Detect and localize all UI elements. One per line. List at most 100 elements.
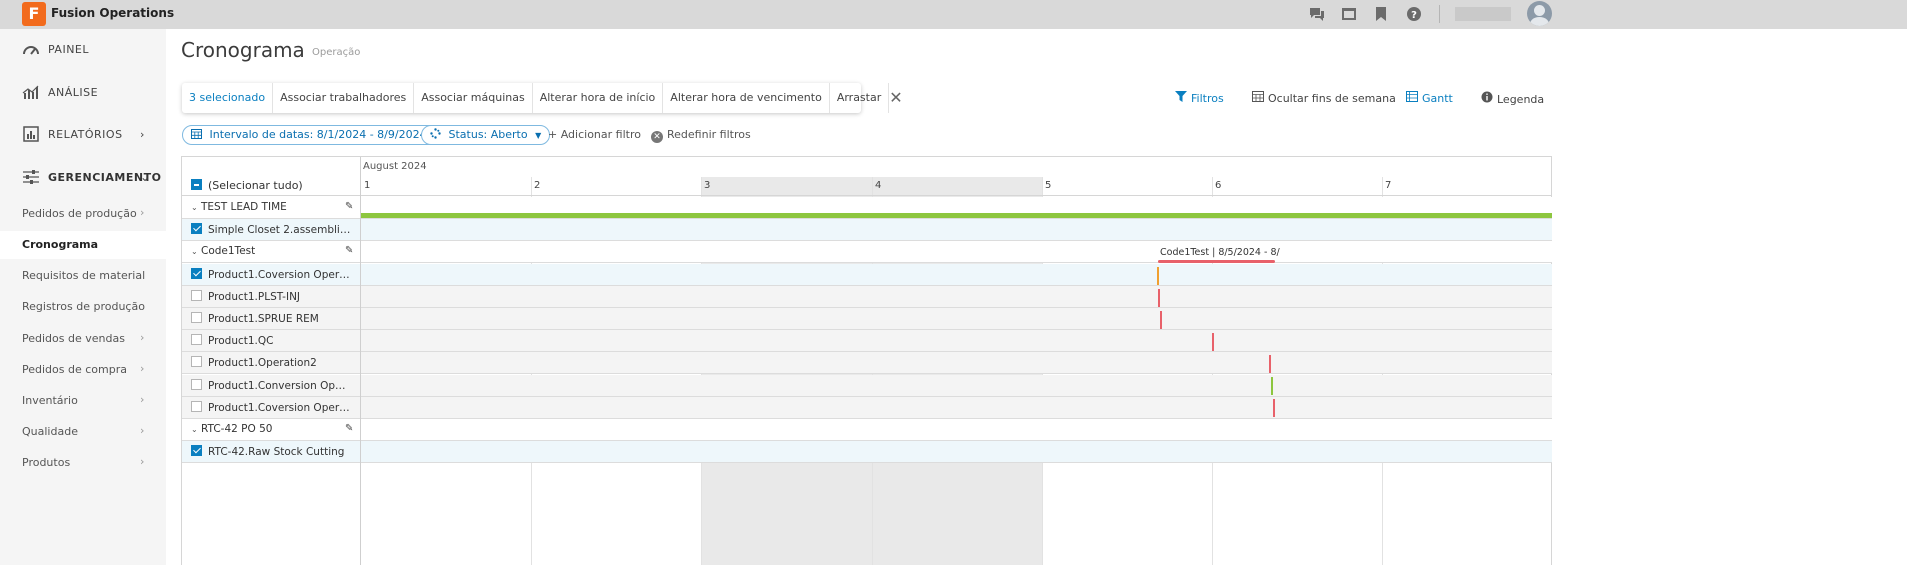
hide-weekends-label: Ocultar fins de semana	[1268, 92, 1396, 105]
gantt-bar-test-lead-time[interactable]	[361, 213, 1552, 218]
nav-painel[interactable]: PAINEL	[0, 34, 166, 64]
row-checkbox[interactable]	[191, 268, 202, 279]
row-label: Simple Closet 2.assembling	[208, 224, 351, 236]
bookmark-icon[interactable]	[1373, 6, 1389, 22]
help-icon[interactable]: ?	[1406, 6, 1422, 22]
assign-workers-button[interactable]: Associar trabalhadores	[273, 83, 415, 113]
chevron-down-icon[interactable]: ⌄	[191, 203, 201, 212]
nav-relatorios-label: RELATÓRIOS	[48, 127, 123, 141]
chat-icon[interactable]	[1309, 6, 1325, 22]
gantt-task-row[interactable]: Product1.Operation2	[182, 352, 1552, 374]
page-subtitle: Operação	[312, 47, 361, 58]
task-label: Code1Test | 8/5/2024 - 8/	[1160, 247, 1280, 258]
filters-button[interactable]: Filtros	[1175, 91, 1224, 105]
row-label: Product1.Conversion Operation	[208, 380, 351, 392]
user-name-redacted[interactable]	[1455, 7, 1511, 21]
row-label: Product1.SPRUE REM	[208, 313, 319, 325]
nav-gerenciamento[interactable]: GERENCIAMENTO ⌄	[0, 162, 166, 192]
subnav-pedidos-producao[interactable]: Pedidos de produção ›	[0, 200, 166, 228]
gantt-bar-marker[interactable]	[1157, 267, 1159, 285]
gantt-task-row[interactable]: Product1.PLST-INJ	[182, 286, 1552, 308]
date-range-filter-chip[interactable]: Intervalo de datas: 8/1/2024 - 8/9/2024 …	[182, 125, 450, 145]
row-checkbox[interactable]	[191, 379, 202, 390]
row-checkbox[interactable]	[191, 334, 202, 345]
clear-icon: ✕	[651, 131, 663, 143]
row-label: RTC-42 PO 50	[201, 423, 273, 435]
row-label: Product1.PLST-INJ	[208, 291, 301, 303]
subnav-label: Cronograma	[22, 238, 99, 251]
subnav-pedidos-compra[interactable]: Pedidos de compra ›	[0, 356, 166, 384]
subnav-label: Pedidos de compra	[22, 363, 127, 376]
gantt-bar-marker[interactable]	[1158, 289, 1160, 307]
window-icon[interactable]	[1341, 6, 1357, 22]
status-filter-label: Status: Aberto	[448, 128, 528, 141]
add-filter-button[interactable]: + Adicionar filtro	[548, 128, 641, 141]
select-all-checkbox[interactable]: (Selecionar tudo)	[191, 179, 303, 192]
change-due-time-button[interactable]: Alterar hora de vencimento	[663, 83, 830, 113]
gantt-bar-marker[interactable]	[1273, 399, 1275, 417]
gantt-bar-code1test[interactable]	[1158, 260, 1275, 263]
row-label: RTC-42.Raw Stock Cutting	[208, 446, 345, 458]
subnav-requisitos-material[interactable]: Requisitos de material	[0, 262, 166, 290]
gantt-label: Gantt	[1422, 92, 1453, 105]
subnav-inventario[interactable]: Inventário ›	[0, 387, 166, 415]
day-label: 5	[1045, 180, 1052, 191]
chevron-right-icon: ›	[140, 362, 145, 375]
gantt-view-button[interactable]: Gantt	[1406, 91, 1453, 105]
subnav-label: Pedidos de vendas	[22, 332, 125, 345]
gantt-task-row[interactable]: Product1.SPRUE REM	[182, 308, 1552, 330]
row-label: Code1Test	[201, 245, 256, 257]
gantt-bar-marker[interactable]	[1269, 355, 1271, 373]
assign-machines-button[interactable]: Associar máquinas	[414, 83, 533, 113]
row-label: Product1.Operation2	[208, 357, 317, 369]
gantt-group-row[interactable]: ✎ ⌄ Code1Test	[182, 241, 1552, 263]
selected-count[interactable]: 3 selecionado	[182, 83, 274, 113]
drag-button[interactable]: Arrastar	[830, 83, 890, 113]
gantt-task-row[interactable]: Product1.QC	[182, 330, 1552, 352]
hide-weekends-button[interactable]: Ocultar fins de semana	[1252, 91, 1396, 105]
reset-filters-button[interactable]: ✕ Redefinir filtros	[651, 128, 751, 143]
subnav-label: Produtos	[22, 456, 71, 469]
legend-label: Legenda	[1497, 93, 1545, 106]
gantt-bar-marker[interactable]	[1212, 333, 1214, 351]
app-logo-icon[interactable]: F	[22, 2, 46, 26]
day-label: 3	[704, 180, 711, 191]
row-checkbox[interactable]	[191, 223, 202, 234]
gantt-bar-marker[interactable]	[1160, 311, 1162, 329]
row-label: TEST LEAD TIME	[201, 201, 287, 213]
legend-button[interactable]: Legenda	[1481, 91, 1544, 106]
subnav-qualidade[interactable]: Qualidade ›	[0, 418, 166, 446]
row-checkbox[interactable]	[191, 445, 202, 456]
status-filter-chip[interactable]: Status: Aberto ▼	[421, 125, 551, 145]
gantt-task-row[interactable]: Product1.Coversion Operation	[182, 397, 1552, 419]
nav-analise[interactable]: ANÁLISE	[0, 77, 166, 107]
month-label: August 2024	[363, 161, 427, 172]
subnav-produtos[interactable]: Produtos ›	[0, 449, 166, 477]
user-avatar[interactable]	[1527, 1, 1552, 26]
gantt-task-row[interactable]: RTC-42.Raw Stock Cutting	[182, 441, 1552, 463]
change-start-time-button[interactable]: Alterar hora de início	[533, 83, 664, 113]
gantt-bar-marker[interactable]	[1271, 377, 1273, 395]
nav-relatorios[interactable]: RELATÓRIOS ›	[0, 119, 166, 149]
gantt-task-row[interactable]: Product1.Coversion Operation	[182, 264, 1552, 286]
partial-checkbox-icon	[191, 179, 202, 190]
chevron-down-icon[interactable]: ⌄	[191, 425, 201, 434]
row-label: Product1.Coversion Operation	[208, 269, 351, 281]
gantt-task-row[interactable]: Product1.Conversion Operation	[182, 375, 1552, 397]
reset-filters-label: Redefinir filtros	[667, 128, 751, 141]
day-label: 6	[1215, 180, 1222, 191]
date-range-label: Intervalo de datas: 8/1/2024 - 8/9/2024	[209, 128, 427, 141]
chevron-right-icon: ›	[140, 424, 145, 437]
row-checkbox[interactable]	[191, 401, 202, 412]
subnav-cronograma[interactable]: Cronograma	[0, 231, 166, 259]
gantt-group-row[interactable]: ✎ ⌄ RTC-42 PO 50	[182, 419, 1552, 441]
chevron-down-icon[interactable]: ⌄	[191, 247, 201, 256]
filters-label: Filtros	[1191, 92, 1224, 105]
subnav-pedidos-vendas[interactable]: Pedidos de vendas ›	[0, 325, 166, 353]
row-checkbox[interactable]	[191, 290, 202, 301]
row-checkbox[interactable]	[191, 312, 202, 323]
gantt-task-row[interactable]: Simple Closet 2.assembling	[182, 219, 1552, 241]
row-checkbox[interactable]	[191, 356, 202, 367]
close-icon[interactable]: ✕	[889, 83, 902, 113]
subnav-registros-producao[interactable]: Registros de produção	[0, 293, 166, 321]
